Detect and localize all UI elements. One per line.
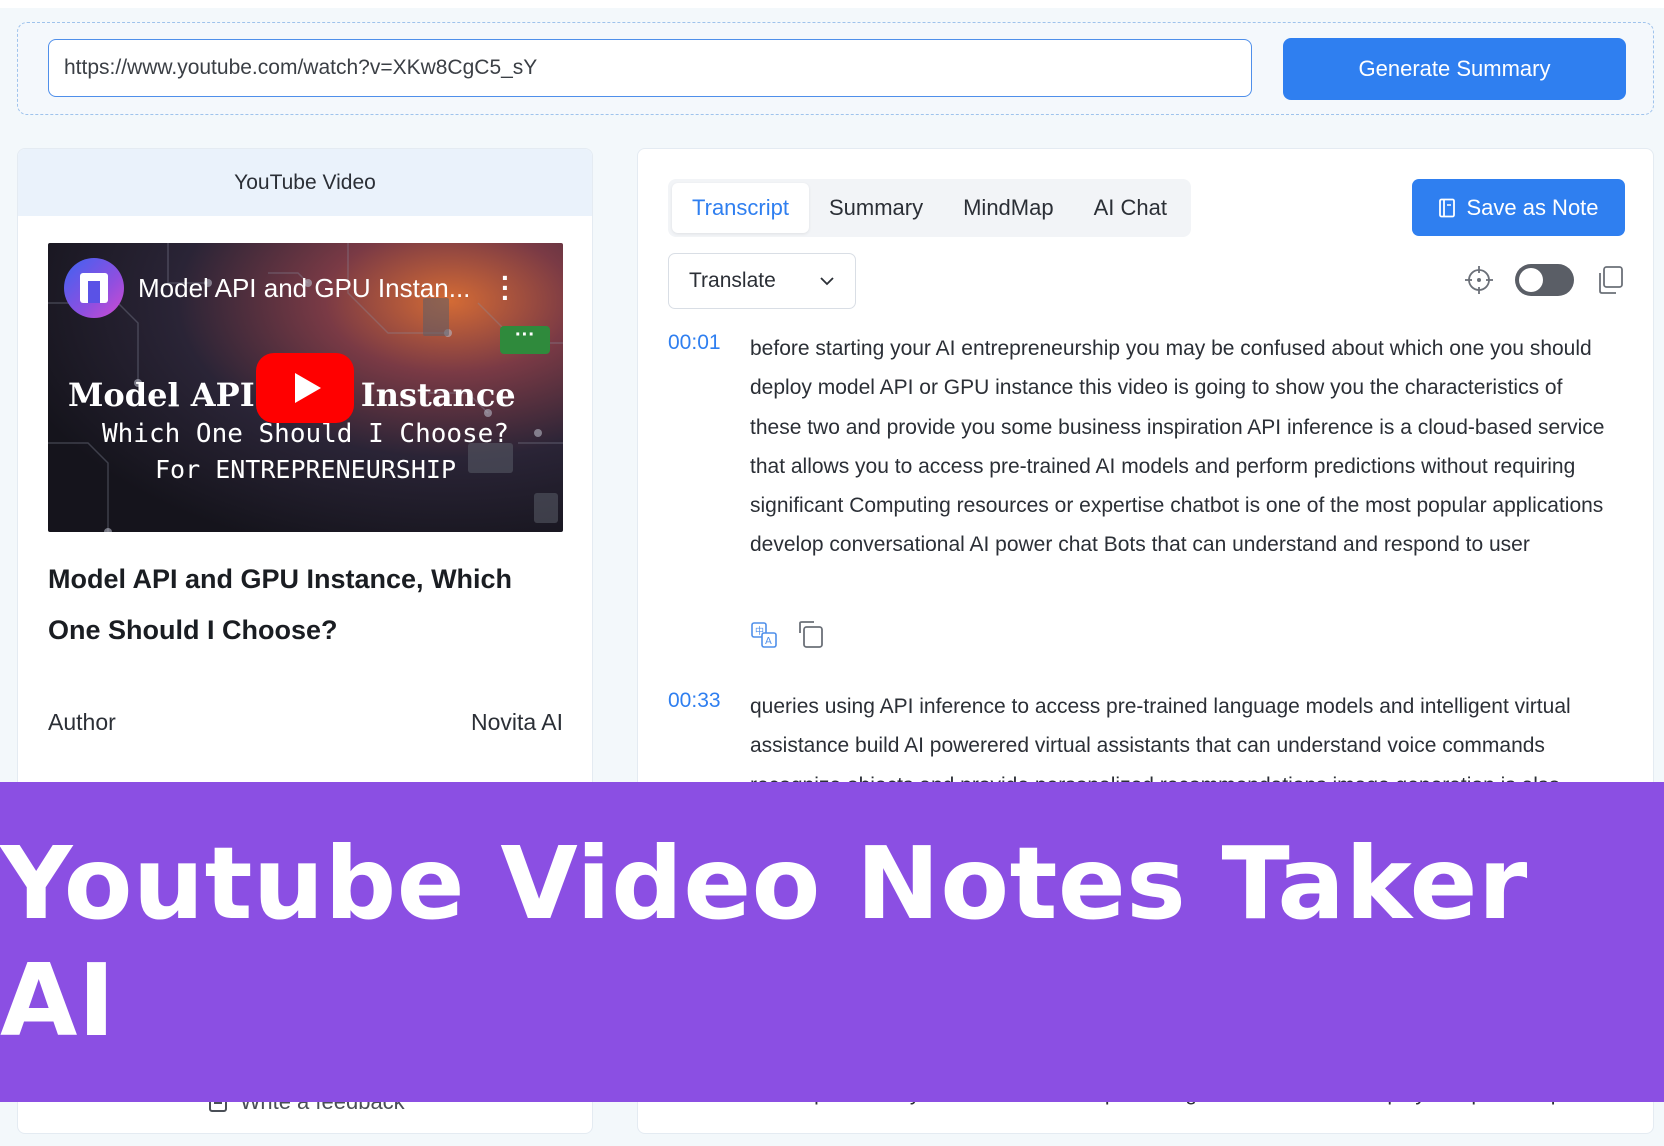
content-tabs: Transcript Summary MindMap AI Chat [668,179,1191,237]
translate-select[interactable]: Translate [668,253,856,309]
segment-text: before starting your AI entrepreneurship… [750,337,1605,557]
play-button-icon[interactable] [256,353,354,423]
tab-transcript[interactable]: Transcript [672,183,809,233]
chevron-down-icon [820,277,834,286]
svg-text:中: 中 [755,625,764,637]
thumbnail-subline-2: For ENTREPRENEURSHIP [154,455,457,484]
tab-ai-chat[interactable]: AI Chat [1074,183,1187,233]
tab-summary[interactable]: Summary [809,183,943,233]
auto-scroll-toggle[interactable] [1515,264,1574,296]
save-as-note-label: Save as Note [1466,194,1599,220]
title-banner: Youtube Video Notes Taker AI [0,782,1664,1102]
chat-bubble-icon: ··· [500,325,550,354]
copy-all-icon[interactable] [1596,265,1624,295]
tab-mindmap[interactable]: MindMap [943,183,1073,233]
video-thumbnail[interactable]: Model API and GPU Instan... · · · ··· Mode… [48,243,563,532]
author-row: Author Novita AI [48,709,563,736]
locate-icon[interactable] [1464,265,1494,295]
toggle-knob [1519,268,1543,292]
more-options-icon[interactable]: · · · [501,264,510,312]
top-strip [0,0,1664,8]
translate-icon[interactable]: 中 A [750,621,778,649]
thumbnail-channel-title: Model API and GPU Instan... [138,273,471,303]
author-value: Novita AI [470,709,563,735]
segment-actions: 中 A [750,621,824,651]
url-input[interactable] [48,39,1252,97]
svg-text:A: A [765,636,772,647]
thumbnail-subline-1: Which One Should I Choose? [102,419,509,449]
generate-summary-button[interactable]: Generate Summary [1283,38,1626,100]
banner-title: Youtube Video Notes Taker AI [0,825,1528,1059]
author-label: Author [48,709,116,735]
channel-logo [64,258,124,318]
video-title: Model API and GPU Instance, Which One Sh… [48,564,513,645]
translate-label: Translate [689,269,776,292]
video-panel-header: YouTube Video [18,149,592,216]
save-as-note-button[interactable]: Save as Note [1412,179,1625,236]
url-bar: Generate Summary [17,22,1654,115]
copy-icon[interactable] [796,621,824,651]
segment-timestamp[interactable]: 00:33 [668,689,721,713]
segment-timestamp[interactable]: 00:01 [668,331,721,355]
note-icon [1439,198,1456,217]
